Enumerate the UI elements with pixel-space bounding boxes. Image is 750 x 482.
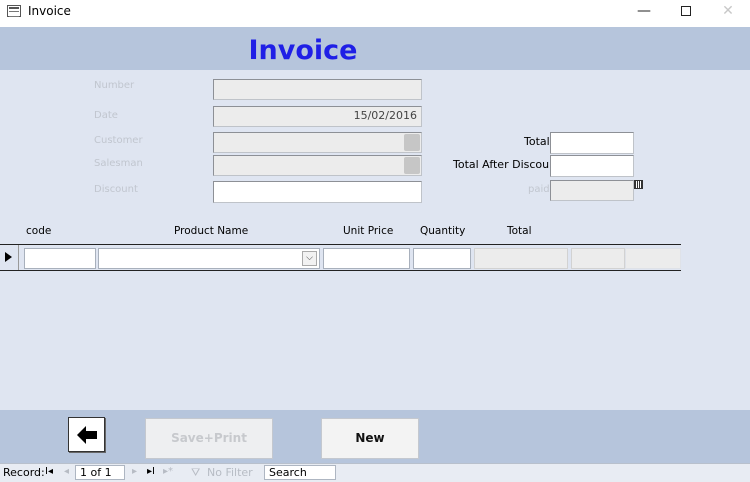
date-field[interactable]: 15/02/2016: [213, 106, 422, 127]
total-field[interactable]: [550, 132, 634, 154]
maximize-icon: [681, 6, 691, 16]
number-field[interactable]: [213, 79, 422, 100]
new-button[interactable]: New: [321, 418, 419, 459]
next-record-button[interactable]: ▸: [132, 466, 137, 477]
extra-cell-2: [625, 248, 681, 269]
column-header-product-name: Product Name: [174, 225, 249, 237]
grid-bottom-line: [0, 270, 681, 271]
total-cell: [474, 248, 568, 269]
column-header-total: Total: [507, 225, 532, 237]
calculator-icon[interactable]: [634, 180, 643, 189]
record-selector[interactable]: [0, 245, 19, 270]
product-name-combo[interactable]: ⌵: [98, 248, 320, 269]
column-header-code: code: [26, 225, 52, 237]
chevron-down-icon[interactable]: ⌵: [302, 251, 317, 266]
customer-label: Customer: [94, 135, 143, 146]
previous-record-button[interactable]: ◂: [64, 466, 69, 477]
current-record-field[interactable]: 1 of 1: [75, 465, 125, 480]
record-navigation-bar: Record: I◂ ◂ 1 of 1 ▸ ▸I ▸* ⛛ No Filter …: [0, 463, 750, 482]
window-title: Invoice: [28, 4, 71, 18]
new-record-button[interactable]: ▸*: [163, 466, 173, 477]
code-cell[interactable]: [24, 248, 96, 269]
discount-field[interactable]: [213, 181, 422, 203]
paid-label: paid: [528, 184, 550, 195]
paid-field[interactable]: [550, 180, 634, 201]
date-label: Date: [94, 110, 118, 121]
last-record-button[interactable]: ▸I: [147, 466, 155, 477]
form-body: Invoice Number Date 15/02/2016 Customer …: [0, 27, 750, 410]
extra-cell: [571, 248, 625, 269]
column-header-unit-price: Unit Price: [343, 225, 394, 237]
quantity-cell[interactable]: [413, 248, 471, 269]
maximize-button[interactable]: [666, 0, 706, 24]
first-record-button[interactable]: I◂: [45, 466, 53, 477]
number-label: Number: [94, 80, 135, 91]
search-input[interactable]: Search: [264, 465, 336, 480]
form-header: Invoice: [0, 27, 750, 70]
close-button[interactable]: ✕: [708, 0, 748, 24]
no-filter-indicator[interactable]: No Filter: [207, 466, 253, 479]
form-icon: [7, 5, 21, 17]
minimize-button[interactable]: —: [624, 0, 664, 24]
total-after-discount-field[interactable]: [550, 155, 634, 177]
salesman-dropdown-button[interactable]: [404, 157, 420, 174]
back-arrow-icon: [77, 426, 97, 444]
form-title: Invoice: [248, 35, 358, 66]
customer-dropdown-button[interactable]: [404, 134, 420, 151]
form-footer: Save+Print New: [0, 410, 750, 463]
salesman-label: Salesman: [94, 158, 143, 169]
record-label: Record:: [3, 466, 45, 479]
column-header-quantity: Quantity: [420, 225, 466, 237]
title-bar: Invoice — ✕: [0, 0, 750, 24]
unit-price-cell[interactable]: [323, 248, 410, 269]
total-label: Total: [524, 135, 550, 148]
filter-icon[interactable]: ⛛: [191, 466, 200, 480]
customer-combo[interactable]: [213, 132, 422, 153]
discount-label: Discount: [94, 184, 138, 195]
total-after-discount-label: Total After Discount: [453, 158, 561, 171]
back-button[interactable]: [68, 417, 105, 452]
salesman-combo[interactable]: [213, 155, 422, 176]
save-print-button[interactable]: Save+Print: [145, 418, 273, 459]
grid-top-line: [0, 244, 681, 245]
